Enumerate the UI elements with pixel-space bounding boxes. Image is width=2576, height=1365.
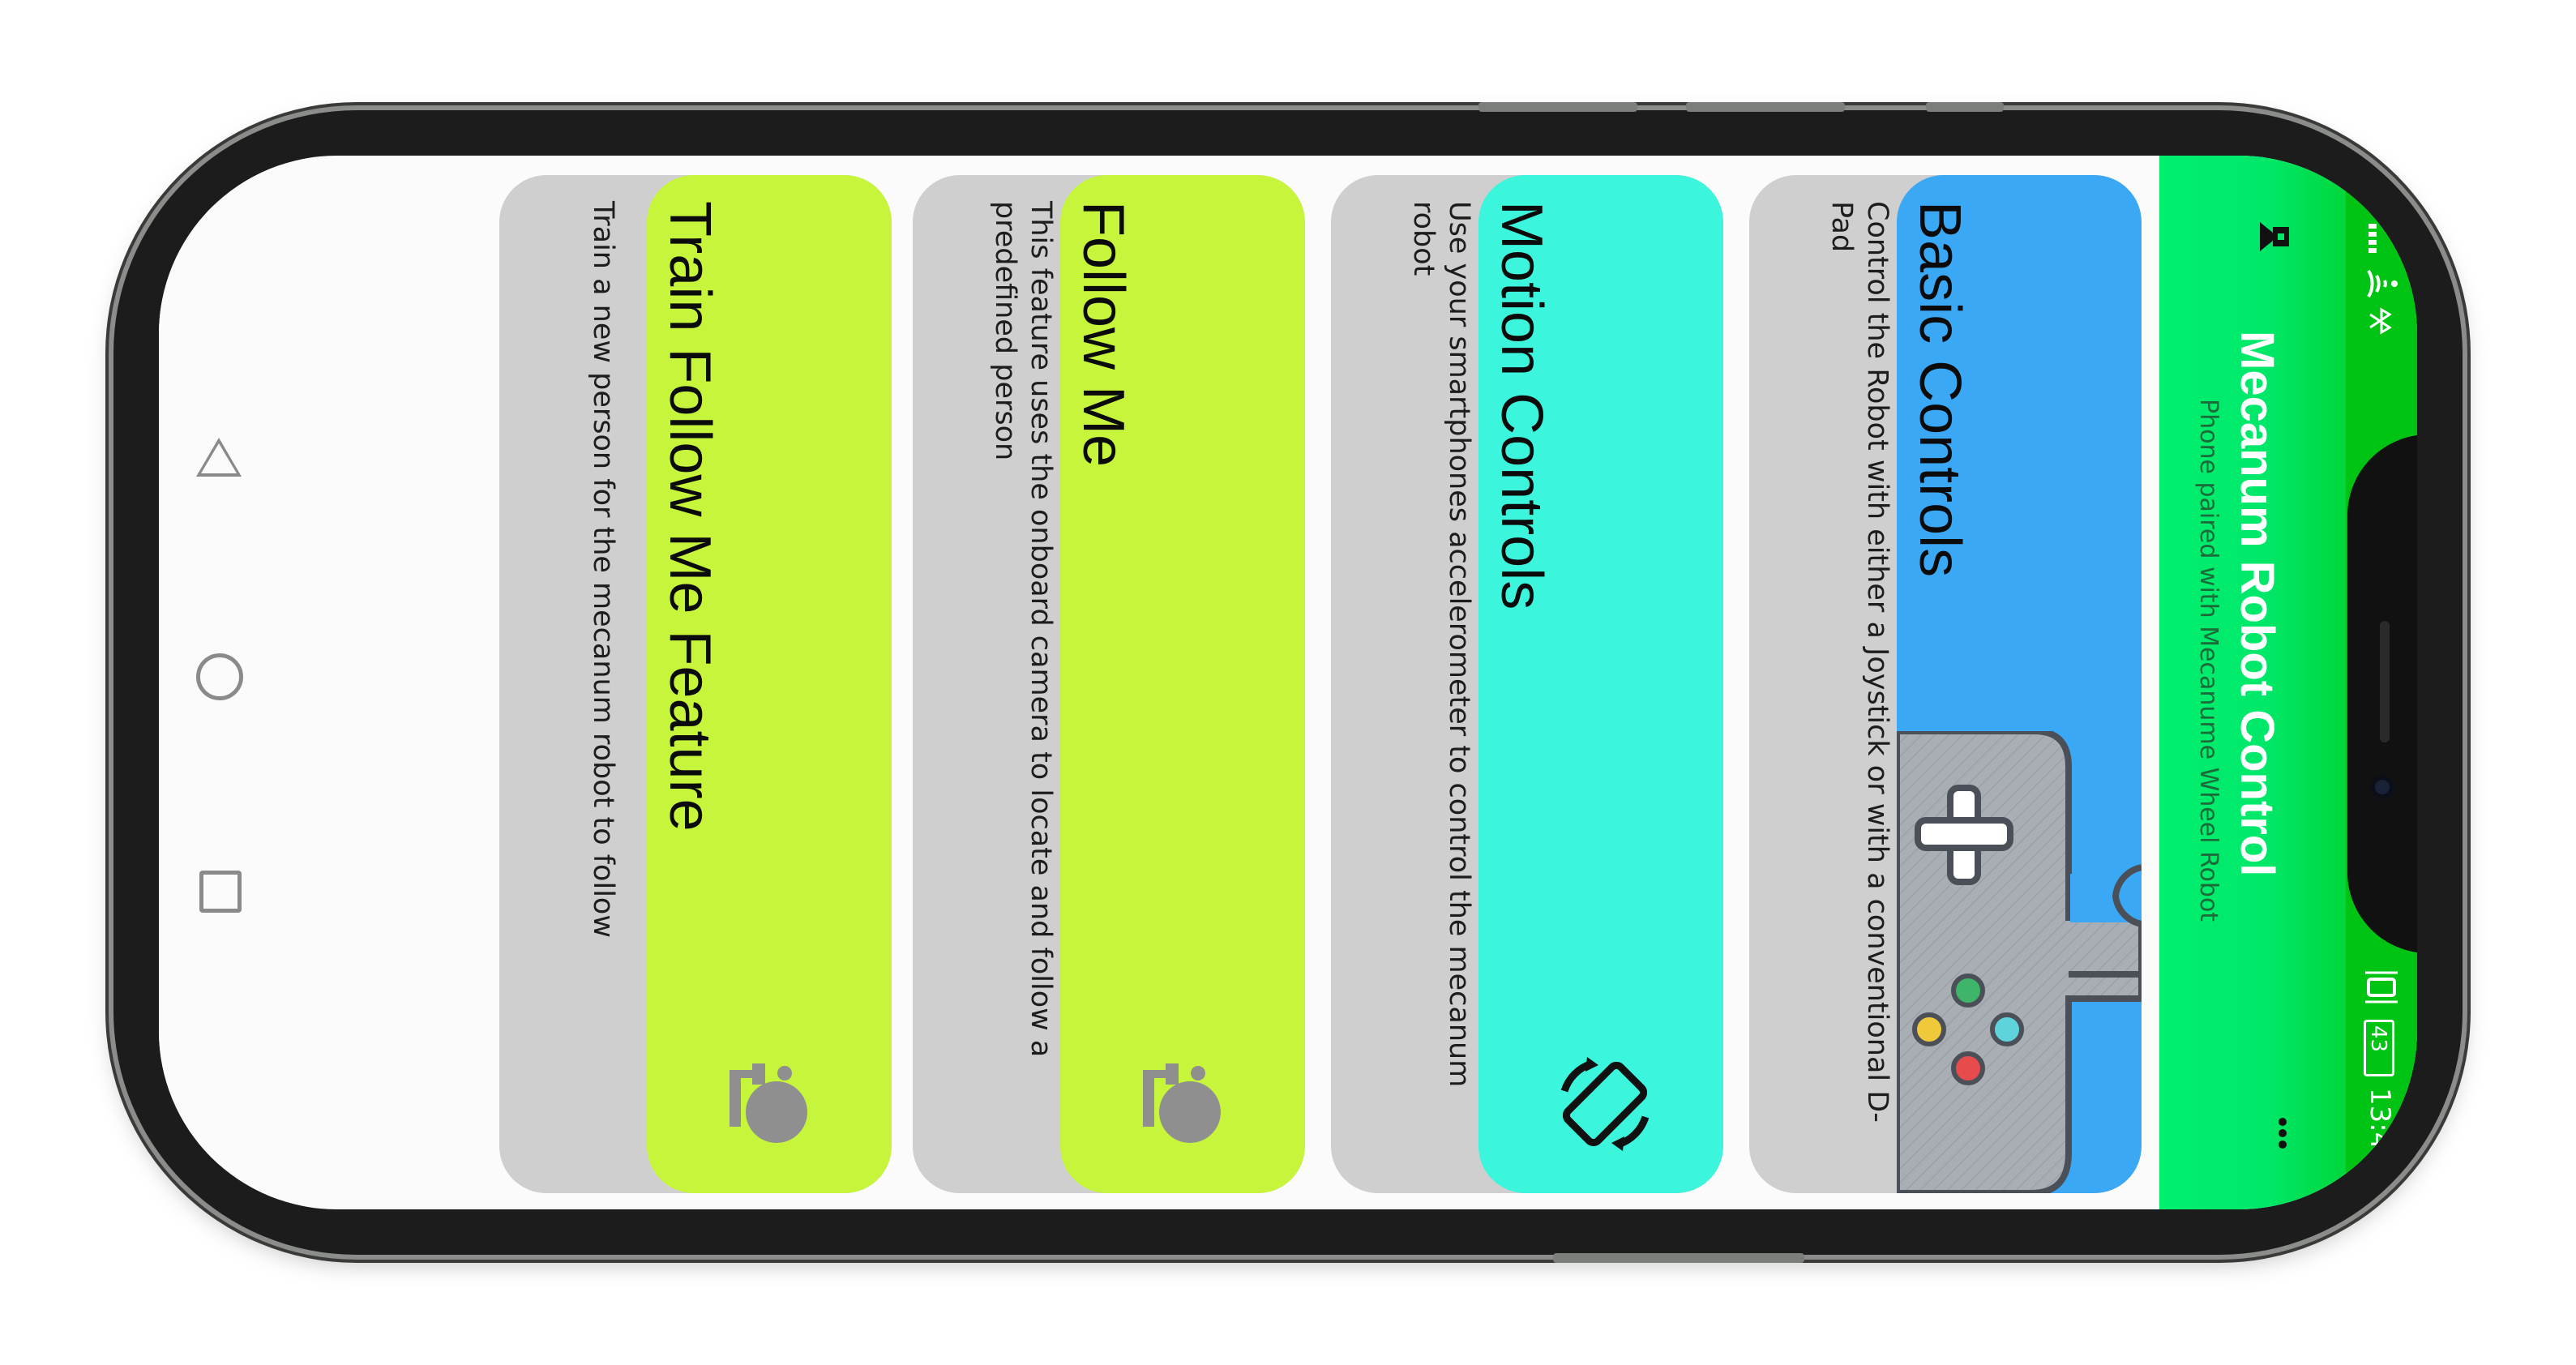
card-description: Use your smartphones accelerometer to co… xyxy=(1407,201,1475,1088)
card-description: Control the Robot with either a Joystick… xyxy=(1825,201,1893,1123)
bluetooth-icon xyxy=(2369,307,2392,335)
silent-switch xyxy=(1926,102,2004,112)
power-button xyxy=(1553,1253,1804,1263)
screen-rotation-icon xyxy=(1560,1057,1650,1151)
card-title: Basic Controls xyxy=(1907,201,1972,578)
phone-screen: Train Follow Me Feature Train a new pers… xyxy=(159,156,2417,1209)
speaker-grille xyxy=(2380,621,2390,742)
card-motion-controls[interactable]: Motion Controls Use your smartphones acc… xyxy=(1331,175,1723,1193)
app-subtitle: Phone paired with Mecanume Wheel Robot xyxy=(2194,399,2223,922)
wifi-icon xyxy=(2367,269,2398,298)
card-basic-controls[interactable]: Basic Controls Control the Robot with ei… xyxy=(1749,175,2142,1193)
card-description: This feature uses the onboard camera to … xyxy=(989,201,1057,1058)
card-description: Train a new person for the mecanum robot… xyxy=(587,201,619,938)
overflow-menu-icon[interactable] xyxy=(2266,1117,2299,1149)
vibrate-icon xyxy=(2365,971,2398,1003)
card-title: Follow Me xyxy=(1071,201,1136,468)
battery-level: 43 xyxy=(2366,1025,2390,1053)
battery-icon: 43 xyxy=(2364,1020,2394,1076)
volume-button xyxy=(1478,102,1637,112)
gamepad-icon xyxy=(1897,731,2142,1193)
camera-notch xyxy=(2347,434,2417,953)
card-title: Train Follow Me Feature xyxy=(657,201,722,832)
follow-robot-icon xyxy=(730,1063,807,1143)
recents-button[interactable] xyxy=(199,871,242,913)
home-icon[interactable] xyxy=(2255,214,2300,259)
home-button[interactable] xyxy=(196,653,243,700)
card-train-follow-me[interactable]: Train Follow Me Feature Train a new pers… xyxy=(499,175,892,1193)
clock: 13:43 xyxy=(2364,1088,2396,1167)
navigation-bar xyxy=(159,156,280,1209)
card-title: Motion Controls xyxy=(1489,201,1554,610)
app-title: Mecanum Robot Control xyxy=(2231,331,2283,877)
back-button[interactable] xyxy=(196,438,242,477)
signal-icon xyxy=(2368,224,2377,253)
front-camera xyxy=(2370,775,2394,799)
volume-button xyxy=(1686,102,1845,112)
card-follow-me[interactable]: Follow Me This feature uses the onboard … xyxy=(913,175,1305,1193)
follow-robot-icon xyxy=(1143,1063,1221,1143)
